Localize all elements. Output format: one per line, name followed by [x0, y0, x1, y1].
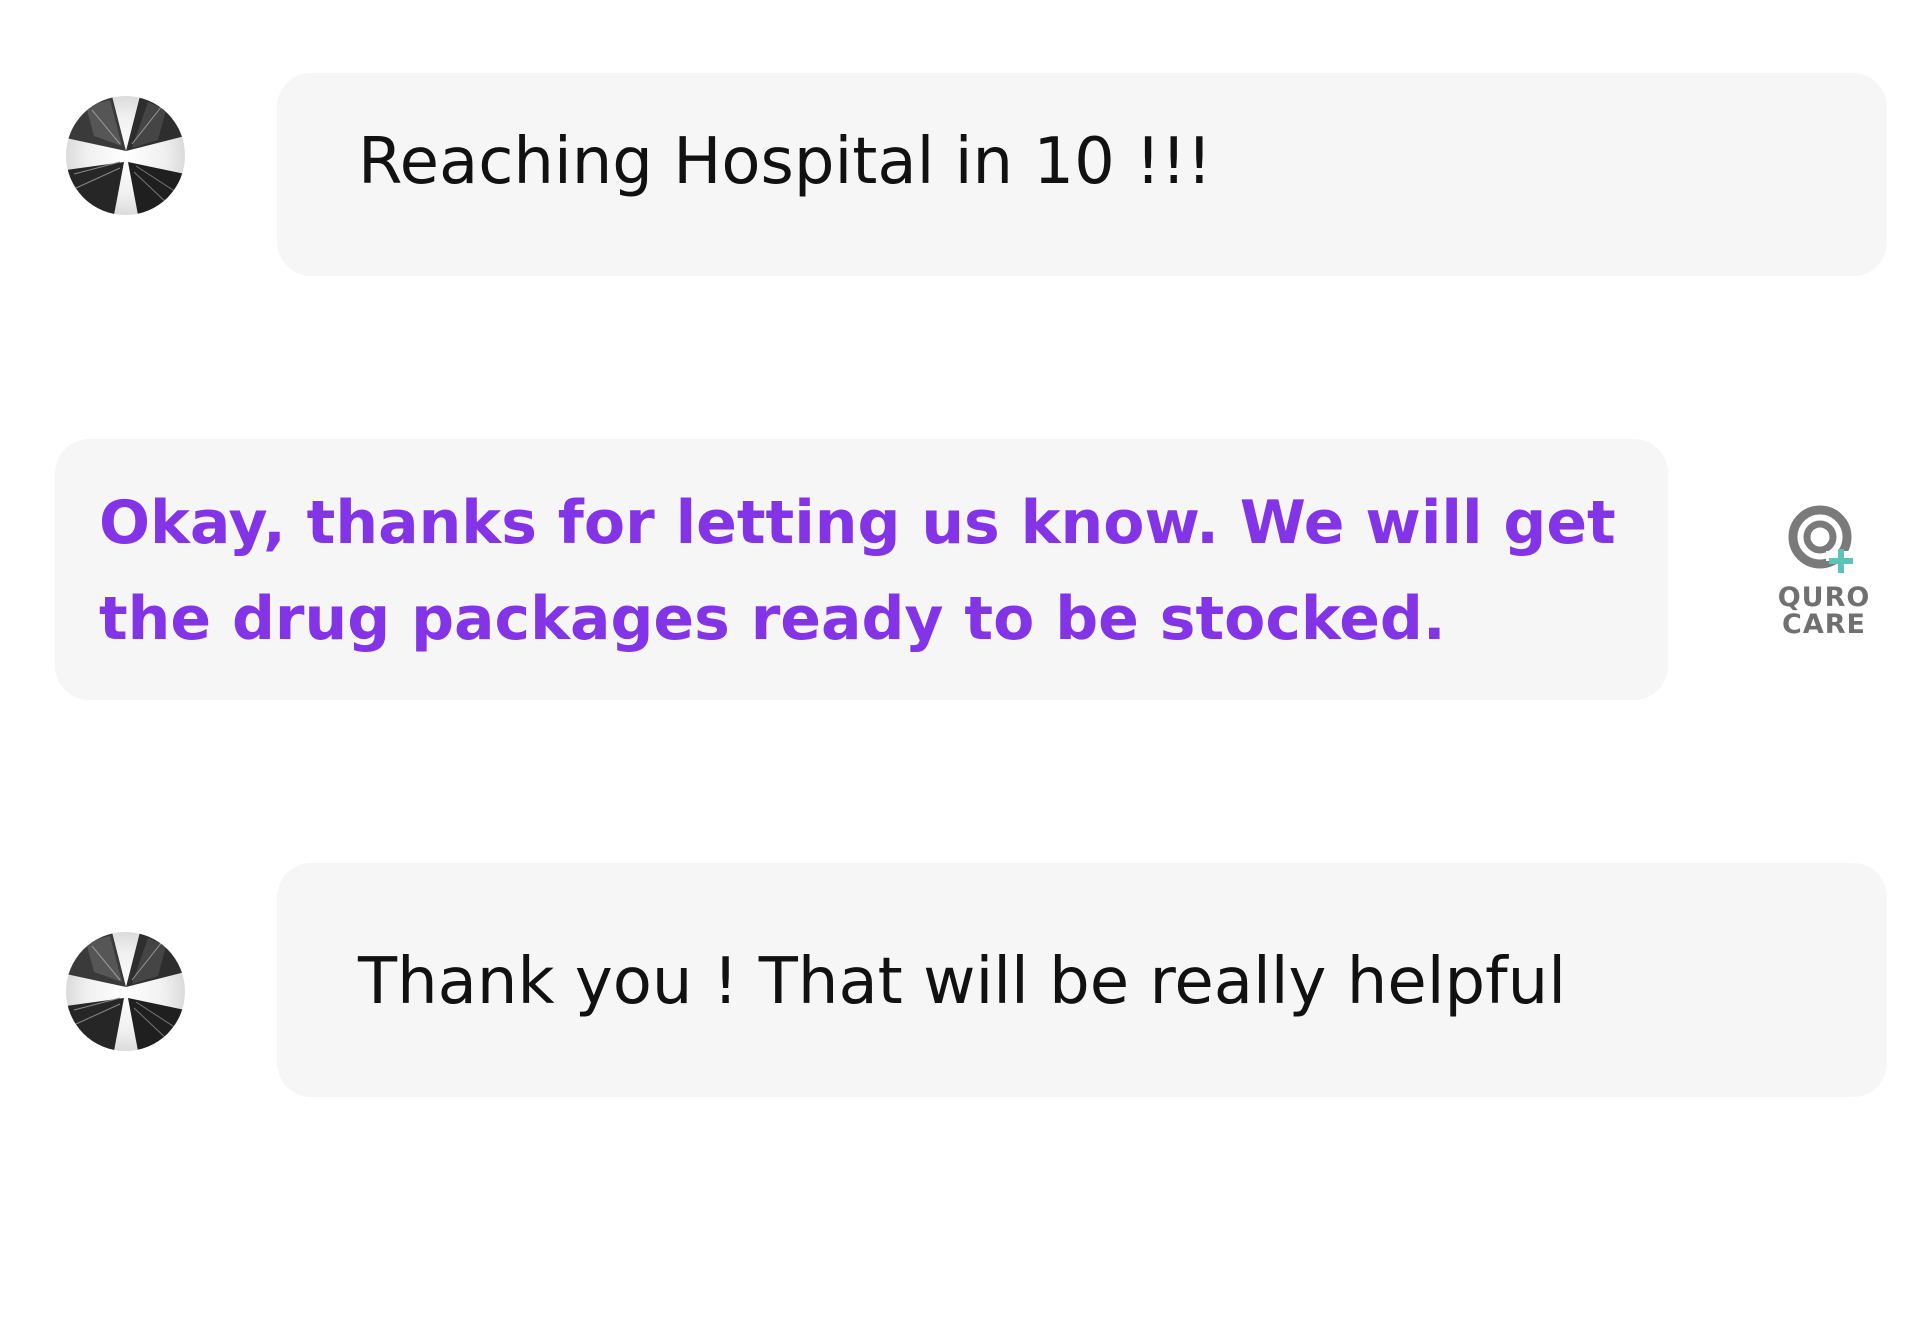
message-text-line-2: the drug packages ready to be stocked. [99, 584, 1446, 654]
quro-care-logo: QURO CARE [1776, 499, 1872, 639]
message-text: Thank you ! That will be really helpful [358, 945, 1566, 1019]
message-text: Reaching Hospital in 10 !!! [358, 125, 1213, 199]
message-bubble-user: Reaching Hospital in 10 !!! [277, 73, 1887, 276]
logo-text-line-2: CARE [1782, 609, 1866, 640]
quro-q-icon [1788, 505, 1853, 573]
message-bubble-user: Thank you ! That will be really helpful [277, 863, 1887, 1097]
user-avatar-icon [66, 96, 185, 215]
logo-text-line-1: QURO [1777, 582, 1871, 613]
user-avatar-icon [66, 932, 185, 1051]
message-bubble-bot: Okay, thanks for letting us know. We wil… [55, 439, 1668, 700]
message-text-line-1: Okay, thanks for letting us know. We wil… [99, 488, 1616, 558]
